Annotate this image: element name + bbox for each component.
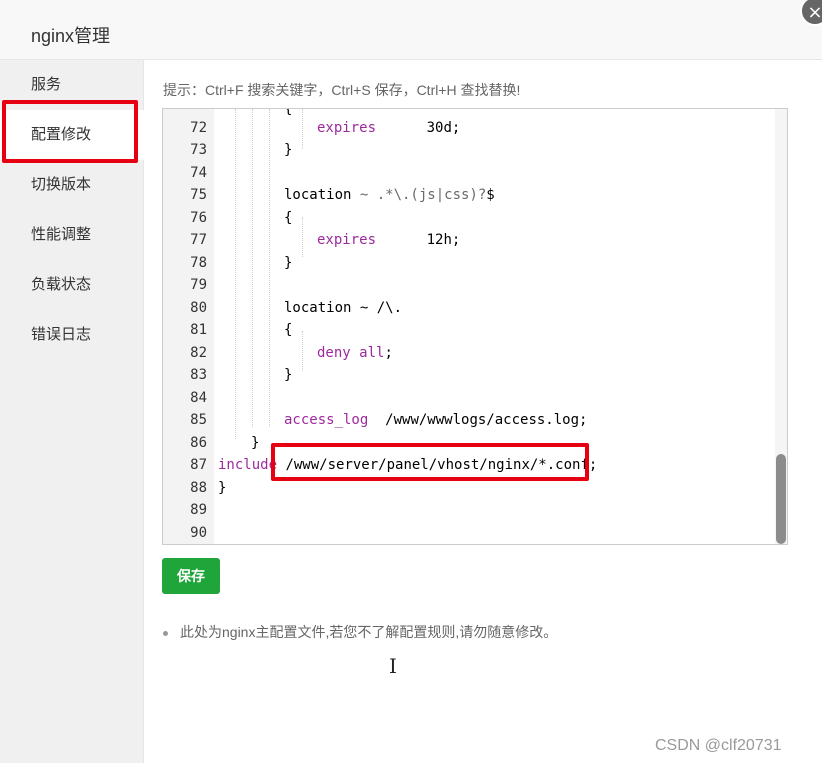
code-line-81: { — [284, 322, 293, 338]
nginx-management-dialog: nginx管理 × 服务 配置修改 切换版本 性能调整 负载状态 错误日志 提示… — [0, 0, 822, 763]
line-number: 80 — [190, 300, 207, 316]
code-keyword: expires — [317, 120, 377, 136]
indent-guide — [235, 109, 236, 439]
code-keyword: expires — [317, 232, 377, 248]
indent-guide — [302, 331, 303, 371]
config-note: 此处为nginx主配置文件,若您不了解配置规则,请勿随意修改。 — [163, 622, 557, 642]
code-line-71: { — [284, 108, 293, 117]
line-number: 72 — [190, 120, 207, 136]
code-line-73: } — [284, 142, 293, 158]
indent-guide — [269, 109, 270, 427]
code-line-76: { — [284, 210, 293, 226]
line-number: 87 — [190, 457, 207, 473]
code-line-77: expires 12h; — [317, 229, 460, 251]
indent-guide — [302, 109, 303, 149]
code-value: 30d; — [376, 120, 461, 136]
code-line-78: } — [284, 255, 293, 271]
highlight-box-sidebar — [2, 100, 138, 163]
line-number: 73 — [190, 142, 207, 158]
line-number: 79 — [190, 277, 207, 293]
dialog-title-bar: nginx管理 — [0, 0, 822, 60]
code-text: ; — [384, 345, 393, 361]
line-number: 83 — [190, 367, 207, 383]
dialog-title: nginx管理 — [31, 26, 111, 46]
code-regex: ~ .*\.(js|css)? — [359, 187, 487, 203]
line-number: 90 — [190, 525, 207, 541]
line-number: 84 — [190, 390, 207, 406]
code-line-72: expires 30d; — [317, 117, 460, 139]
code-line-80: location ~ /\. — [284, 300, 403, 316]
indent-guide — [252, 109, 253, 427]
line-number: 74 — [190, 165, 207, 181]
line-number: 86 — [190, 435, 207, 451]
indent-guide — [302, 217, 303, 257]
line-number: 85 — [190, 412, 207, 428]
line-number: 89 — [190, 502, 207, 518]
line-number: 82 — [190, 345, 207, 361]
code-text: $ — [486, 187, 495, 203]
code-line-82: deny all; — [317, 342, 393, 364]
bullet-icon — [163, 630, 168, 636]
watermark: CSDN @clf20731 — [655, 737, 782, 754]
code-text: location — [284, 187, 360, 203]
code-line-83: } — [284, 367, 293, 383]
highlight-box-include-line — [271, 443, 589, 481]
shortcut-tip: 提示：Ctrl+F 搜索关键字，Ctrl+S 保存，Ctrl+H 查找替换! — [163, 82, 521, 98]
config-note-text: 此处为nginx主配置文件,若您不了解配置规则,请勿随意修改。 — [180, 624, 558, 640]
code-line-86: } — [251, 435, 260, 451]
sidebar-item-switch-version[interactable]: 切换版本 — [0, 160, 144, 210]
save-button[interactable]: 保存 — [162, 558, 220, 594]
code-value: /www/wwwlogs/access.log; — [368, 412, 588, 428]
sidebar-item-performance[interactable]: 性能调整 — [0, 210, 144, 260]
code-line-75: location ~ .*\.(js|css)?$ — [284, 184, 495, 206]
sidebar-item-error-log[interactable]: 错误日志 — [0, 310, 144, 360]
editor-scrollbar-thumb[interactable] — [776, 454, 786, 544]
code-value: 12h; — [376, 232, 461, 248]
line-number: 77 — [190, 232, 207, 248]
line-number: 81 — [190, 322, 207, 338]
line-number: 76 — [190, 210, 207, 226]
code-line-88: } — [218, 480, 227, 496]
line-number: 75 — [190, 187, 207, 203]
line-number: 88 — [190, 480, 207, 496]
text-cursor-icon: I — [389, 654, 397, 678]
sidebar-item-load-status[interactable]: 负载状态 — [0, 260, 144, 310]
code-keyword: access_log — [284, 412, 369, 428]
code-keyword: all — [350, 345, 385, 361]
line-number: 78 — [190, 255, 207, 271]
code-line-85: access_log /www/wwwlogs/access.log; — [284, 409, 587, 431]
code-keyword: include — [218, 457, 278, 473]
code-keyword: deny — [317, 345, 351, 361]
sidebar: 服务 配置修改 切换版本 性能调整 负载状态 错误日志 — [0, 60, 144, 763]
